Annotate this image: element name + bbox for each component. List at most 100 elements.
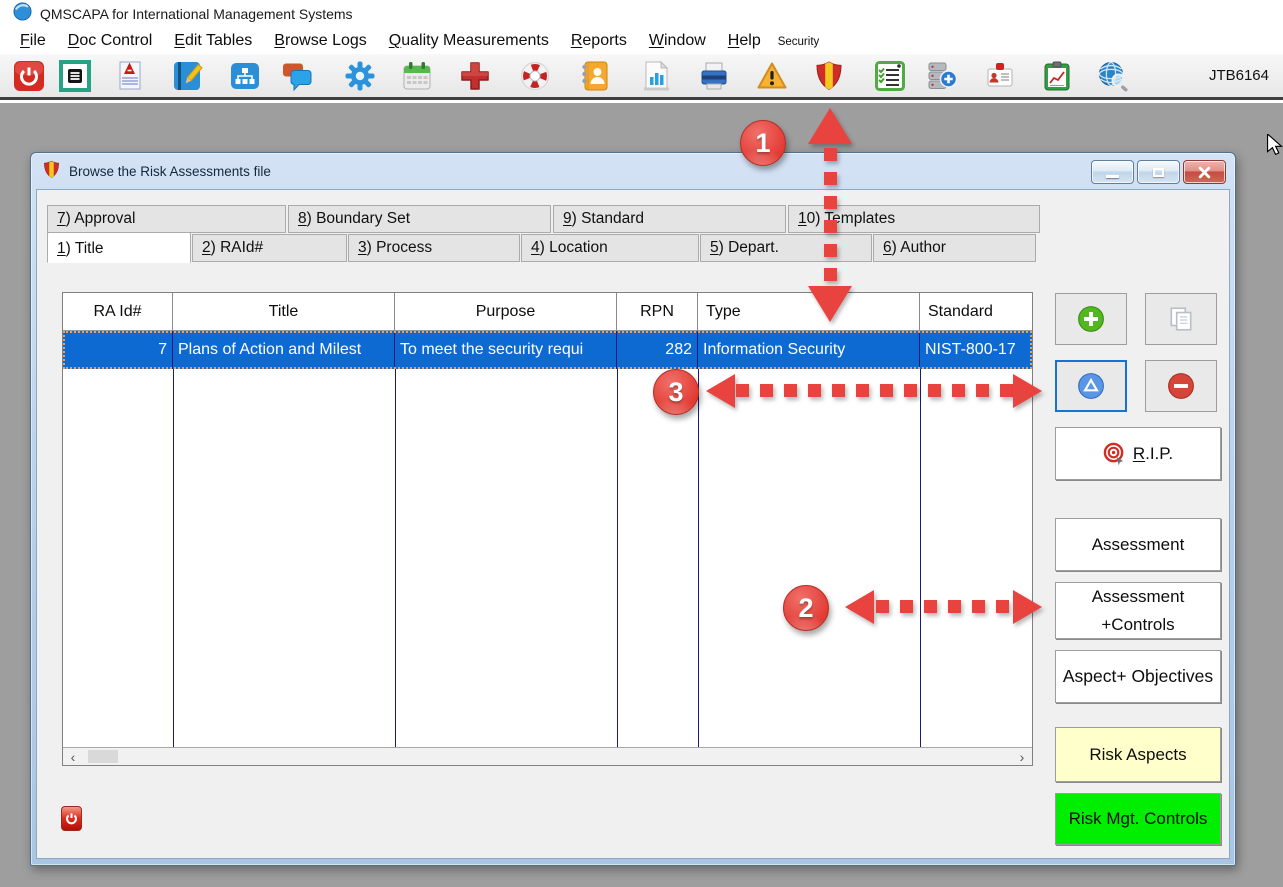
menu-window[interactable]: Window <box>638 32 717 50</box>
print-icon[interactable] <box>697 59 731 93</box>
column-divider <box>617 369 618 747</box>
column-divider <box>173 369 174 747</box>
menu-file[interactable]: File <box>9 32 57 50</box>
change-icon <box>1077 372 1105 400</box>
edit-notes-icon[interactable] <box>170 59 204 93</box>
cell-title[interactable]: Plans of Action and Milest <box>173 331 395 369</box>
id-badge-icon[interactable] <box>983 59 1017 93</box>
exit-icon[interactable] <box>12 59 46 93</box>
minimize-icon <box>1106 175 1119 178</box>
security-shield-icon[interactable] <box>812 59 846 93</box>
copy-record-button[interactable] <box>1145 293 1217 345</box>
column-header-title[interactable]: Title <box>173 293 395 330</box>
column-header-rpn[interactable]: RPN <box>617 293 698 330</box>
tab-location[interactable]: 4) Location <box>521 234 699 262</box>
doc-control-icon[interactable] <box>58 59 92 93</box>
risk-assessments-table: RA Id# Title Purpose RPN Type Standard 7… <box>62 292 1033 766</box>
tab-approval[interactable]: 7) Approval <box>47 205 286 233</box>
assessment-controls-button[interactable]: Assessment +Controls <box>1055 582 1221 639</box>
column-header-type[interactable]: Type <box>698 293 920 330</box>
add-icon <box>1077 305 1105 333</box>
risk-aspects-button[interactable]: Risk Aspects <box>1055 727 1221 782</box>
dialog-body: 7) Approval 8) Boundary Set 9) Standard … <box>36 189 1230 859</box>
tab-boundary-set[interactable]: 8) Boundary Set <box>288 205 551 233</box>
risk-mgt-controls-button[interactable]: Risk Mgt. Controls <box>1055 793 1221 845</box>
dialog-exit-button[interactable] <box>61 806 82 831</box>
tab-strip-bottom: 1) Title 2) RAId# 3) Process 4) Location… <box>47 234 1036 263</box>
close-icon <box>1198 166 1211 179</box>
scroll-left-icon[interactable]: ‹ <box>65 748 81 765</box>
tab-standard[interactable]: 9) Standard <box>553 205 786 233</box>
delete-icon <box>1167 372 1195 400</box>
rip-label: R.I.P. <box>1133 444 1173 464</box>
menu-quality-measurements[interactable]: Quality Measurements <box>378 32 560 50</box>
minimize-button[interactable] <box>1091 160 1134 184</box>
dialog-shield-icon <box>42 160 61 182</box>
maximize-button[interactable] <box>1137 160 1180 184</box>
table-empty-area[interactable] <box>63 369 1032 747</box>
column-header-standard[interactable]: Standard <box>920 293 1032 330</box>
menu-edit-tables[interactable]: Edit Tables <box>163 32 263 50</box>
close-button[interactable] <box>1183 160 1226 184</box>
calendar-icon[interactable] <box>400 59 434 93</box>
column-divider <box>920 369 921 747</box>
column-header-ra-id[interactable]: RA Id# <box>63 293 173 330</box>
cell-rpn[interactable]: 282 <box>617 331 698 369</box>
menu-browse-logs[interactable]: Browse Logs <box>263 32 378 50</box>
warning-icon[interactable] <box>755 59 789 93</box>
target-icon <box>1103 442 1126 465</box>
menu-help[interactable]: Help <box>717 32 772 50</box>
aspect-objectives-button[interactable]: Aspect+ Objectives <box>1055 650 1221 703</box>
tab-author[interactable]: 6) Author <box>873 234 1036 262</box>
column-divider <box>395 369 396 747</box>
medical-plus-icon[interactable] <box>458 59 492 93</box>
cell-type[interactable]: Information Security <box>698 331 920 369</box>
app-titlebar: QMSCAPA for International Management Sys… <box>0 0 1283 28</box>
checklist-icon[interactable] <box>873 59 907 93</box>
report-chart-icon[interactable] <box>639 59 673 93</box>
help-lifering-icon[interactable] <box>518 59 552 93</box>
settings-gear-icon[interactable] <box>343 59 377 93</box>
scrollbar-thumb[interactable] <box>88 750 118 763</box>
table-header-row: RA Id# Title Purpose RPN Type Standard <box>63 293 1032 331</box>
delete-record-button[interactable] <box>1145 360 1217 412</box>
window-controls <box>1091 160 1226 184</box>
database-add-icon[interactable] <box>925 59 959 93</box>
toolbar: JTB6164 <box>0 54 1283 100</box>
mouse-cursor <box>1266 134 1283 161</box>
tab-raid[interactable]: 2) RAId# <box>192 234 347 262</box>
tab-process[interactable]: 3) Process <box>348 234 520 262</box>
window-title: QMSCAPA for International Management Sys… <box>40 6 353 22</box>
horizontal-scrollbar[interactable]: ‹ › <box>63 747 1032 765</box>
column-header-purpose[interactable]: Purpose <box>395 293 617 330</box>
cell-ra-id[interactable]: 7 <box>63 331 173 369</box>
assessment-button[interactable]: Assessment <box>1055 518 1221 571</box>
insert-record-button[interactable] <box>1055 293 1127 345</box>
cell-standard[interactable]: NIST-800-17 <box>920 331 1032 369</box>
menubar: File Doc Control Edit Tables Browse Logs… <box>0 28 1283 54</box>
audit-chart-icon[interactable] <box>1040 59 1074 93</box>
change-record-button[interactable] <box>1055 360 1127 412</box>
menu-reports[interactable]: Reports <box>560 32 638 50</box>
tab-templates[interactable]: 10) Templates <box>788 205 1040 233</box>
tab-depart[interactable]: 5) Depart. <box>700 234 872 262</box>
cell-purpose[interactable]: To meet the security requi <box>395 331 617 369</box>
menu-doc-control[interactable]: Doc Control <box>57 32 163 50</box>
dialog-title: Browse the Risk Assessments file <box>69 164 271 179</box>
table-row-selected[interactable]: 7 Plans of Action and Milest To meet the… <box>63 331 1032 369</box>
tab-title[interactable]: 1) Title <box>47 232 191 263</box>
maximize-icon <box>1153 168 1164 177</box>
dialog-titlebar[interactable]: Browse the Risk Assessments file <box>31 153 1235 189</box>
copy-icon <box>1167 305 1195 333</box>
column-divider <box>698 369 699 747</box>
web-search-icon[interactable] <box>1096 59 1130 93</box>
scroll-right-icon[interactable]: › <box>1014 748 1030 765</box>
sitemap-icon[interactable] <box>228 59 262 93</box>
chat-icon[interactable] <box>280 59 314 93</box>
menu-security[interactable]: Security <box>772 34 826 48</box>
station-id: JTB6164 <box>1209 67 1269 84</box>
app-logo-icon <box>13 2 32 26</box>
contacts-book-icon[interactable] <box>578 59 612 93</box>
adobe-document-icon[interactable] <box>112 59 146 93</box>
rip-button[interactable]: R.I.P. <box>1055 427 1221 480</box>
